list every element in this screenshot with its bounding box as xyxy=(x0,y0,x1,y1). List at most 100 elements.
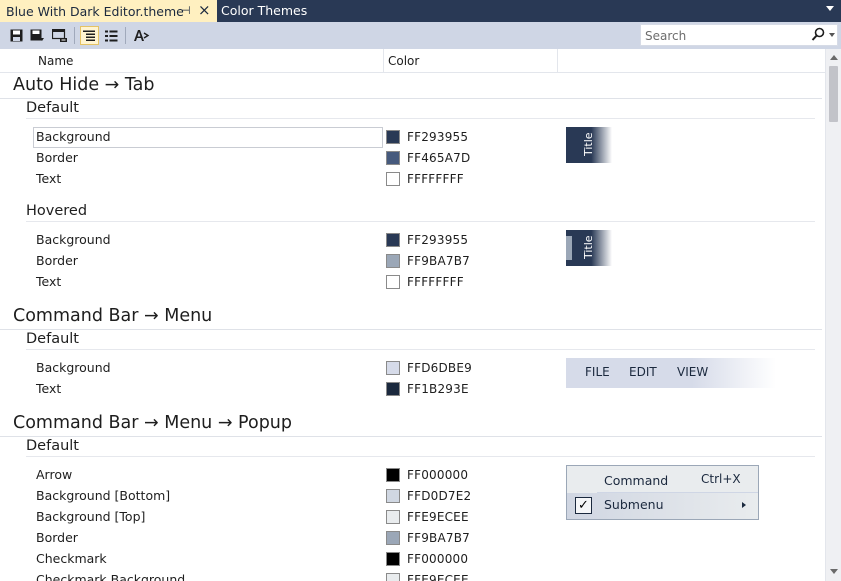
state-divider xyxy=(26,349,815,350)
vertical-scrollbar[interactable] xyxy=(825,49,841,581)
document-tab-strip: Blue With Dark Editor.theme ⊣ × Color Th… xyxy=(0,0,841,22)
menu-bar-preview: FILE EDIT VIEW xyxy=(566,358,776,388)
font-color-button[interactable] xyxy=(132,26,151,45)
search-icon xyxy=(811,27,825,41)
color-hex-value[interactable]: FF1B293E xyxy=(407,382,469,396)
show-tree-icon xyxy=(83,30,95,41)
color-swatch[interactable] xyxy=(386,468,400,482)
color-swatch[interactable] xyxy=(386,172,400,186)
color-hex-value[interactable]: FFD6DBE9 xyxy=(407,361,472,375)
color-row-name[interactable]: Checkmark xyxy=(36,551,107,566)
toolbar-separator xyxy=(125,27,126,44)
scroll-down-arrow-icon[interactable] xyxy=(830,569,838,574)
color-hex-value[interactable]: FF000000 xyxy=(407,468,468,482)
search-button[interactable] xyxy=(811,27,825,46)
color-row-name[interactable]: Text xyxy=(36,274,61,289)
color-row-name[interactable]: Border xyxy=(36,150,78,165)
save-as-button[interactable] xyxy=(28,26,47,45)
color-row-name[interactable]: Text xyxy=(36,381,61,396)
tab-theme-file[interactable]: Blue With Dark Editor.theme ⊣ × xyxy=(0,0,217,22)
color-hex-value[interactable]: FF9BA7B7 xyxy=(407,531,470,545)
preview-tab-title: Title xyxy=(582,132,595,156)
apply-theme-button[interactable] xyxy=(50,26,69,45)
color-row-name[interactable]: Text xyxy=(36,171,61,186)
state-header: Default xyxy=(26,438,79,454)
pin-icon[interactable]: ⊣ xyxy=(181,4,191,17)
color-row-name[interactable]: Border xyxy=(36,253,78,268)
scroll-up-arrow-icon[interactable] xyxy=(830,55,838,60)
scrollbar-thumb[interactable] xyxy=(829,66,838,122)
tab-list-dropdown-icon[interactable] xyxy=(826,6,834,11)
color-hex-value[interactable]: FF293955 xyxy=(407,130,468,144)
color-hex-value[interactable]: FFFFFFFF xyxy=(407,275,464,289)
color-row-name[interactable]: Background [Top] xyxy=(36,509,145,524)
color-hex-value[interactable]: FFD0D7E2 xyxy=(407,489,471,503)
search-options-dropdown-icon[interactable] xyxy=(829,33,835,37)
color-hex-value[interactable]: FF293955 xyxy=(407,233,468,247)
color-swatch[interactable] xyxy=(386,275,400,289)
color-swatch[interactable] xyxy=(386,254,400,268)
color-swatch[interactable] xyxy=(386,510,400,524)
editor-toolbar xyxy=(0,22,841,49)
preview-popup-divider xyxy=(597,492,758,493)
color-swatch[interactable] xyxy=(386,489,400,503)
column-header-name[interactable]: Name xyxy=(0,49,384,73)
color-hex-value[interactable]: FF000000 xyxy=(407,552,468,566)
color-row-name[interactable]: Checkmark Background xyxy=(36,572,185,581)
auto-hide-tab-preview-default: Title xyxy=(566,127,612,163)
color-row-name[interactable]: Background xyxy=(36,360,111,375)
color-swatch[interactable] xyxy=(386,573,400,581)
category-header[interactable]: Command Bar → Menu xyxy=(13,306,212,326)
state-divider xyxy=(26,118,815,119)
color-swatch[interactable] xyxy=(386,552,400,566)
color-swatch[interactable] xyxy=(386,361,400,375)
preview-submenu-label: Submenu xyxy=(604,497,664,512)
color-swatch[interactable] xyxy=(386,382,400,396)
column-header-color[interactable]: Color xyxy=(384,49,558,73)
color-swatch[interactable] xyxy=(386,233,400,247)
color-swatch[interactable] xyxy=(386,531,400,545)
color-row-name[interactable]: Border xyxy=(36,530,78,545)
toolbar-separator xyxy=(74,27,75,44)
auto-hide-tab-preview-hovered: Title xyxy=(566,230,612,266)
theme-color-list: Auto Hide → Tab Default Background FF293… xyxy=(0,73,825,581)
color-row-name[interactable]: Background [Bottom] xyxy=(36,488,170,503)
state-header: Default xyxy=(26,331,79,347)
color-swatch[interactable] xyxy=(386,151,400,165)
color-row-name[interactable]: Background xyxy=(36,129,111,144)
preview-command-label: Command xyxy=(604,473,669,488)
state-divider xyxy=(26,456,815,457)
category-divider xyxy=(0,436,822,437)
close-icon[interactable]: × xyxy=(198,1,211,19)
color-row-name[interactable]: Background xyxy=(36,232,111,247)
show-list-button[interactable] xyxy=(102,26,121,45)
show-list-icon xyxy=(105,30,118,41)
menu-popup-preview: Command Ctrl+X ✓ Submenu xyxy=(566,465,759,520)
font-color-icon xyxy=(134,30,150,41)
save-button[interactable] xyxy=(7,26,26,45)
category-header[interactable]: Auto Hide → Tab xyxy=(13,75,155,95)
category-divider xyxy=(0,98,822,99)
color-hex-value[interactable]: FFE9ECEE xyxy=(407,510,469,524)
apply-theme-icon xyxy=(51,28,67,42)
category-header[interactable]: Command Bar → Menu → Popup xyxy=(13,413,292,433)
color-hex-value[interactable]: FF9BA7B7 xyxy=(407,254,470,268)
color-swatch[interactable] xyxy=(386,130,400,144)
color-hex-value[interactable]: FFFFFFFF xyxy=(407,172,464,186)
category-divider xyxy=(0,329,822,330)
color-hex-value[interactable]: FF465A7D xyxy=(407,151,470,165)
preview-shortcut-label: Ctrl+X xyxy=(701,472,741,486)
search-input[interactable] xyxy=(641,26,801,46)
tab-color-themes[interactable]: Color Themes xyxy=(221,3,307,18)
preview-tab-hover-border xyxy=(566,236,572,260)
color-hex-value[interactable]: FFE9ECEE xyxy=(407,573,469,581)
checkmark-icon: ✓ xyxy=(575,497,592,514)
show-tree-button[interactable] xyxy=(80,26,99,45)
state-divider xyxy=(26,221,815,222)
color-row-name[interactable]: Arrow xyxy=(36,467,72,482)
preview-menu-file: FILE xyxy=(585,365,610,379)
column-header-row: Name Color xyxy=(0,49,825,73)
search-box xyxy=(640,24,838,46)
state-header: Hovered xyxy=(26,203,88,219)
preview-menu-view: VIEW xyxy=(677,365,709,379)
